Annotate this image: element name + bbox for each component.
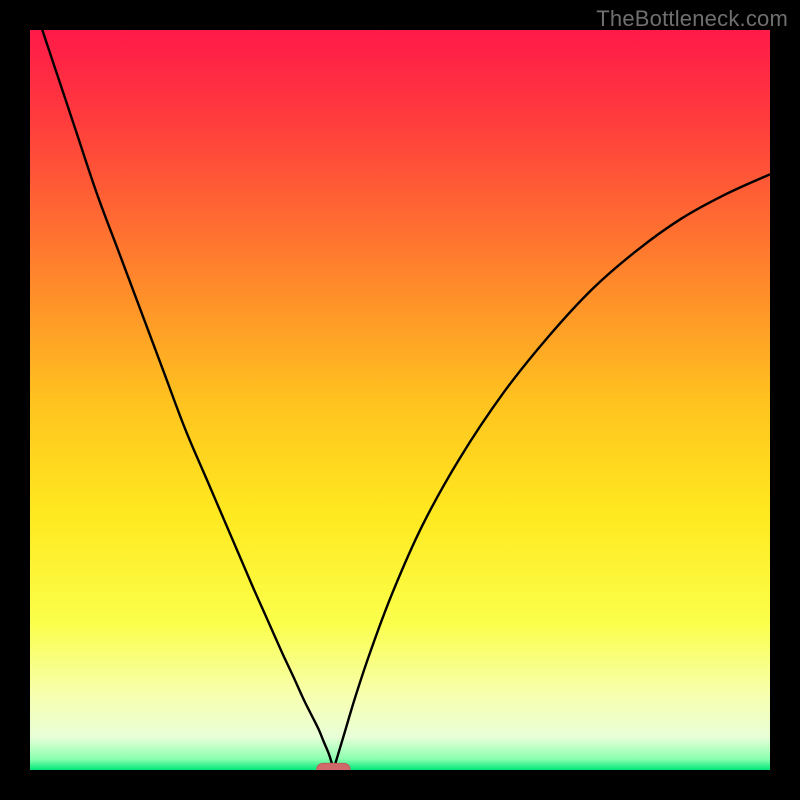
bottleneck-chart (30, 30, 770, 770)
minimum-marker (317, 763, 350, 770)
gradient-background (30, 30, 770, 770)
chart-frame (30, 30, 770, 770)
watermark-text: TheBottleneck.com (596, 6, 788, 32)
